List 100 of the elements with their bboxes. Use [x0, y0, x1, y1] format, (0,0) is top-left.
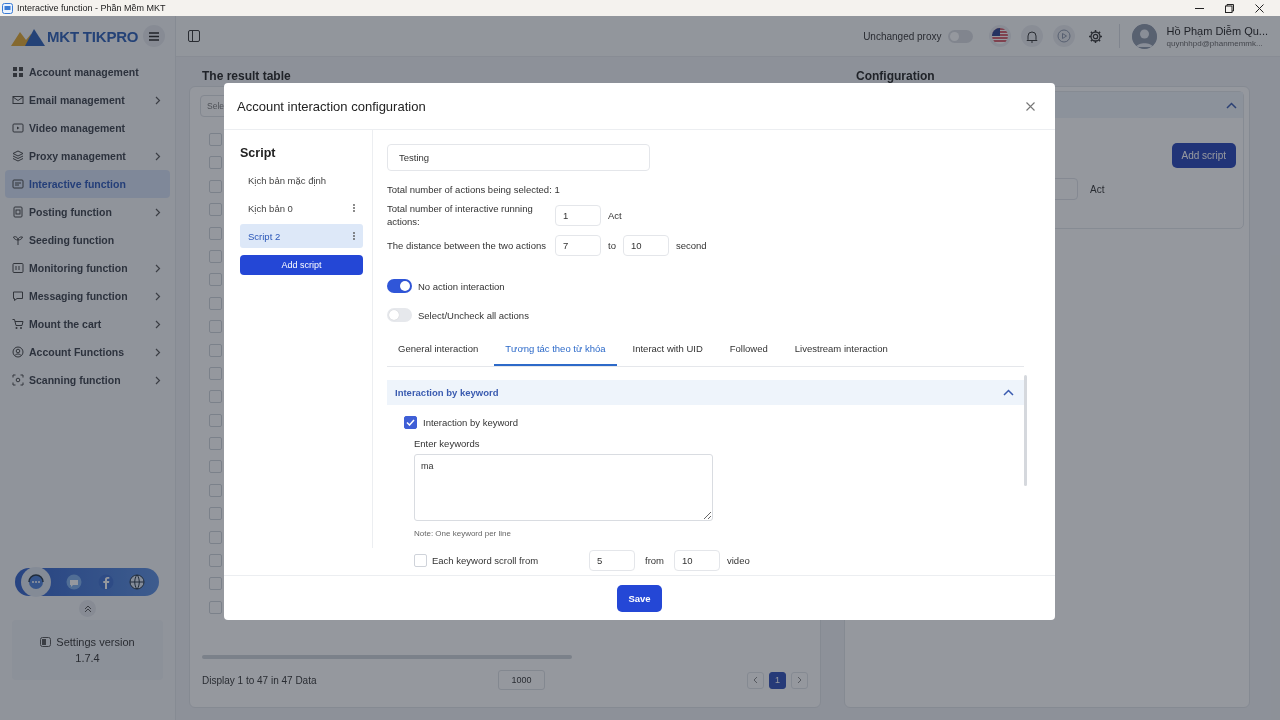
panel-title: Configuration	[856, 69, 936, 83]
row-checkbox[interactable]	[209, 530, 222, 544]
close-icon	[1026, 101, 1035, 111]
checkbox-label: Interaction by keyword	[423, 417, 519, 428]
number-field[interactable]: 7	[555, 235, 601, 256]
row-checkbox[interactable]	[209, 249, 222, 263]
avatar[interactable]	[1131, 23, 1157, 49]
keywords-field[interactable]: ma	[414, 454, 713, 521]
more-options-button[interactable]	[351, 204, 357, 212]
tab[interactable]: Followed	[718, 333, 779, 366]
row-checkbox[interactable]	[209, 179, 222, 193]
sidebar-item[interactable]: Scanning function	[5, 366, 170, 394]
sidebar-item[interactable]: Email management	[5, 86, 170, 114]
layout-toggle-icon[interactable]	[188, 30, 200, 42]
chevron-right-icon	[797, 676, 802, 684]
row-checkbox[interactable]	[209, 437, 222, 451]
sidebar-item[interactable]: Seeding function	[5, 226, 170, 254]
page-size-field[interactable]: 1000	[498, 670, 545, 690]
script-item[interactable]: Kịch bản 0	[240, 196, 363, 220]
script-name-field[interactable]: Testing	[387, 144, 650, 171]
unit-label: video	[727, 555, 750, 566]
sidebar-item[interactable]: Video management	[5, 114, 170, 142]
row-checkbox[interactable]	[209, 390, 222, 404]
row-checkbox[interactable]	[209, 554, 222, 568]
menu-icon	[149, 31, 159, 41]
toggle-label: Select/Uncheck all actions	[418, 309, 529, 321]
row-checkbox[interactable]	[209, 600, 222, 614]
close-button[interactable]	[1024, 99, 1037, 113]
menu-item-icon	[12, 318, 24, 330]
row-checkbox[interactable]	[209, 156, 222, 170]
tab[interactable]: Tương tác theo từ khóa	[494, 333, 617, 366]
row-checkbox[interactable]	[209, 507, 222, 521]
toggle-switch[interactable]	[387, 279, 412, 293]
script-item[interactable]: Script 2	[240, 224, 363, 248]
chat-icon[interactable]	[66, 574, 83, 590]
row-checkbox[interactable]	[209, 226, 222, 240]
row-checkbox[interactable]	[209, 203, 222, 217]
menu-item-icon	[12, 346, 24, 358]
field-label: Total number of interactive running actions:	[387, 202, 534, 228]
add-script-button[interactable]: Add script	[1171, 143, 1236, 168]
window-title: Interactive function - Phần Mềm MKT	[17, 3, 166, 13]
row-checkbox[interactable]	[209, 413, 222, 427]
script-list-title: Script	[240, 146, 277, 160]
support-button[interactable]	[20, 567, 51, 597]
sidebar-item[interactable]: Messaging function	[5, 282, 170, 310]
close-icon[interactable]	[1254, 3, 1264, 13]
checkbox[interactable]	[404, 416, 417, 429]
menu-item-icon	[12, 122, 24, 134]
more-options-button[interactable]	[351, 232, 357, 240]
row-checkbox[interactable]	[209, 133, 222, 146]
user-name: Hồ Phạm Diễm Qu...	[1166, 24, 1268, 37]
section-header[interactable]: Interaction by keyword	[387, 380, 1024, 405]
restore-icon[interactable]	[1224, 3, 1234, 13]
row-checkbox[interactable]	[209, 273, 222, 287]
menu-item-icon	[12, 206, 24, 218]
play-icon	[1056, 29, 1071, 43]
row-checkbox[interactable]	[209, 296, 222, 310]
previous-page-button[interactable]	[747, 671, 764, 689]
menu-item-icon	[12, 290, 24, 302]
sidebar-item[interactable]: Monitoring function	[5, 254, 170, 282]
page-button[interactable]: 1	[769, 671, 786, 689]
number-field[interactable]: 5	[589, 550, 635, 571]
settings-label: Settings version	[56, 636, 135, 648]
language-button[interactable]	[988, 25, 1011, 47]
chevron-up-icon[interactable]	[1003, 389, 1014, 396]
sidebar-item[interactable]: Account Functions	[5, 338, 170, 366]
tab[interactable]: General interaction	[387, 333, 490, 366]
add-script-button[interactable]: Add script	[240, 255, 363, 275]
sidebar-item[interactable]: Posting function	[5, 198, 170, 226]
toggle-switch[interactable]	[387, 308, 412, 322]
next-page-button[interactable]	[791, 671, 808, 689]
field-label: Enter keywords	[414, 438, 481, 449]
sidebar-item[interactable]: Mount the cart	[5, 310, 170, 338]
range-separator: from	[645, 555, 664, 566]
tab[interactable]: Interact with UID	[621, 333, 714, 366]
chevron-up-icon[interactable]	[1226, 101, 1237, 109]
menu-button[interactable]	[143, 25, 165, 47]
sidebar-item[interactable]: Proxy management	[5, 142, 170, 170]
scrollbar[interactable]	[1024, 375, 1027, 486]
collapse-button[interactable]	[79, 600, 96, 617]
user-email: quynhhpd@phanmemmk...	[1166, 38, 1264, 48]
play-button[interactable]	[1052, 25, 1075, 47]
notification-button[interactable]	[1020, 25, 1043, 47]
facebook-icon[interactable]	[97, 574, 114, 590]
row-checkbox[interactable]	[209, 483, 222, 497]
row-checkbox[interactable]	[209, 320, 222, 334]
headset-icon	[25, 572, 46, 592]
checkbox-label: Each keyword scroll from	[432, 555, 540, 566]
script-item[interactable]: Kịch bản mặc định	[240, 168, 363, 192]
number-field[interactable]: 10	[674, 550, 720, 571]
row-checkbox[interactable]	[209, 366, 222, 380]
number-field[interactable]: 10	[622, 235, 669, 256]
row-checkbox[interactable]	[209, 460, 222, 474]
tab[interactable]: Livestream interaction	[783, 333, 899, 366]
row-checkbox[interactable]	[209, 577, 222, 591]
sidebar-item[interactable]: Account management	[5, 58, 170, 86]
globe-icon[interactable]	[129, 574, 146, 590]
number-field[interactable]: 1	[555, 204, 601, 226]
save-button[interactable]: Save	[617, 584, 662, 612]
row-checkbox[interactable]	[209, 343, 222, 357]
